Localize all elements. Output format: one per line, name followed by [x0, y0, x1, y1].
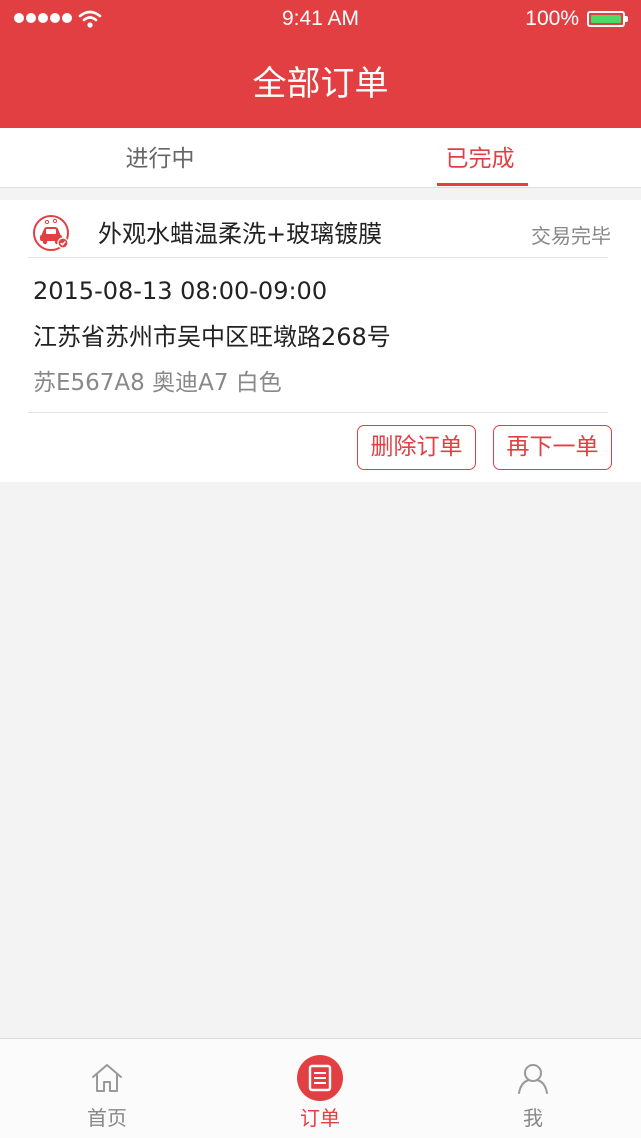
- app-header: 9:41 AM 100% 全部订单: [0, 0, 641, 128]
- order-time: 2015-08-13 08:00-09:00: [33, 277, 328, 305]
- order-address: 江苏省苏州市吴中区旺墩路268号: [33, 323, 391, 351]
- delete-order-button[interactable]: 删除订单: [357, 425, 476, 470]
- reorder-button[interactable]: 再下一单: [493, 425, 612, 470]
- tabbar-label-me: 我: [523, 1106, 543, 1130]
- status-bar: 9:41 AM 100%: [0, 0, 641, 40]
- service-name: 外观水蜡温柔洗+玻璃镀膜: [98, 220, 383, 248]
- tabbar-label-home: 首页: [87, 1106, 127, 1130]
- order-list-icon: [297, 1055, 343, 1101]
- tabbar-item-orders[interactable]: 订单: [240, 1039, 400, 1138]
- user-icon: [518, 1064, 548, 1094]
- order-car-info: 苏E567A8 奥迪A7 白色: [33, 370, 282, 396]
- car-wash-icon: [33, 215, 69, 251]
- divider: [28, 257, 608, 258]
- order-status: 交易完毕: [531, 224, 611, 248]
- tabbar-item-home[interactable]: 首页: [27, 1039, 187, 1138]
- tabbar-item-me[interactable]: 我: [453, 1039, 613, 1138]
- divider: [28, 412, 608, 413]
- battery-icon: [587, 11, 628, 27]
- page-title: 全部订单: [252, 64, 389, 104]
- tab-completed[interactable]: 已完成: [320, 128, 640, 187]
- order-tabs: 进行中 已完成: [0, 128, 641, 188]
- active-tab-indicator: [437, 183, 528, 186]
- tabbar-label-orders: 订单: [300, 1106, 340, 1130]
- home-icon: [92, 1064, 122, 1092]
- tab-in-progress[interactable]: 进行中: [0, 128, 320, 187]
- bottom-tab-bar: 首页 订单 我: [0, 1038, 641, 1138]
- battery-percentage: 100%: [525, 7, 579, 30]
